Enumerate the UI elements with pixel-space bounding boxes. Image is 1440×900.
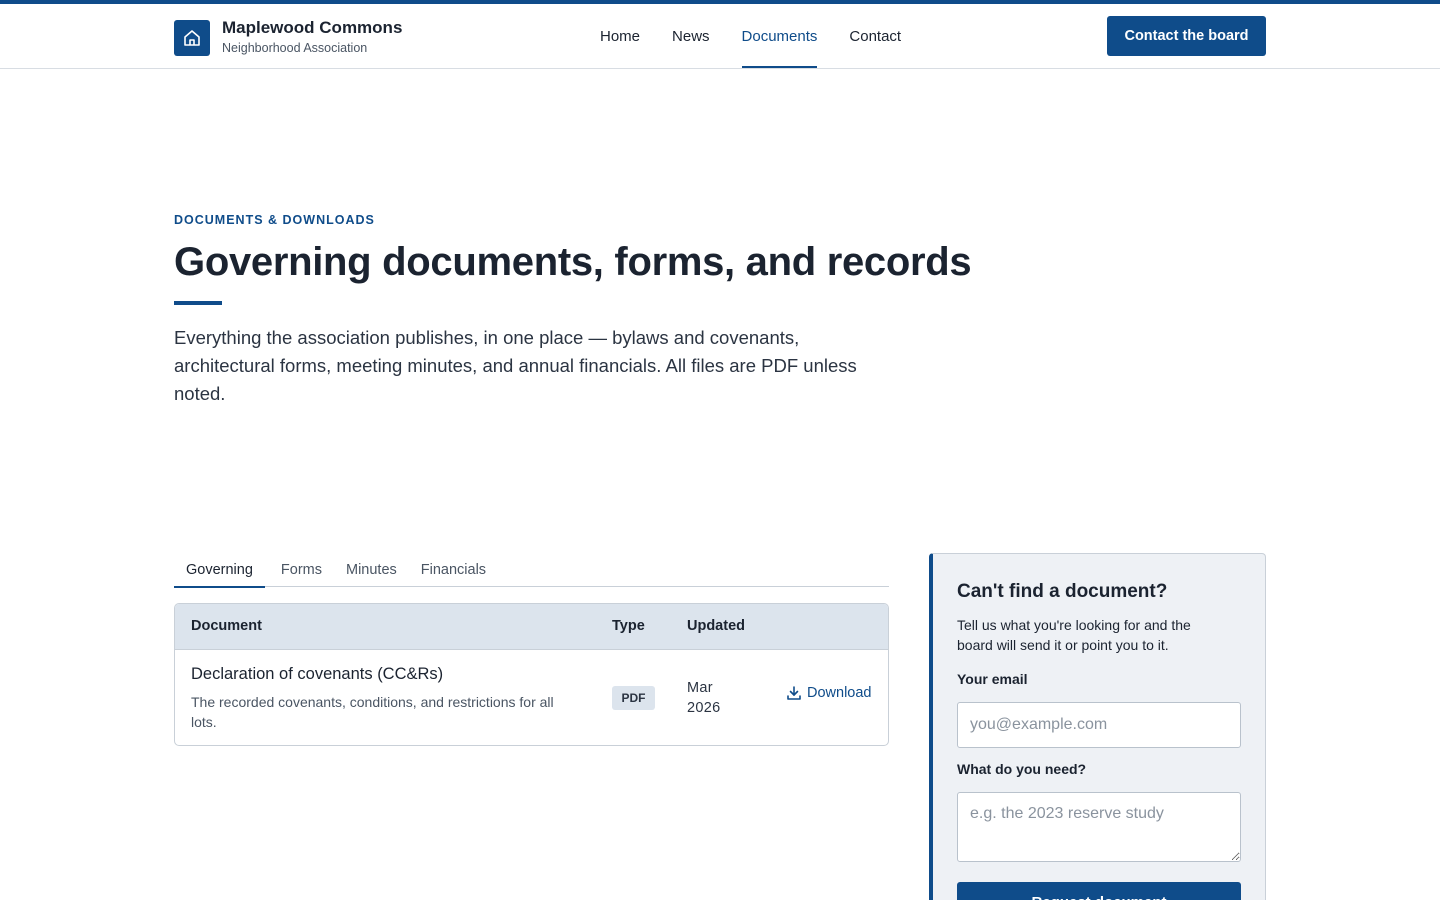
brand-subtitle: Neighborhood Association <box>222 41 368 55</box>
nav-documents[interactable]: Documents <box>726 4 834 69</box>
document-description: The recorded covenants, conditions, and … <box>191 694 554 730</box>
title-accent-rule <box>174 301 222 305</box>
tab-forms[interactable]: Forms <box>265 553 334 587</box>
nav-news[interactable]: News <box>656 4 726 69</box>
tab-financials[interactable]: Financials <box>409 553 498 587</box>
house-icon <box>174 19 210 56</box>
column-header-document: Document <box>191 618 262 634</box>
table-row: Declaration of covenants (CC&Rs) The rec… <box>175 650 888 745</box>
nav-home[interactable]: Home <box>584 4 656 69</box>
main-nav: Home News Documents Contact <box>584 4 917 69</box>
column-header-type: Type <box>612 618 645 634</box>
tab-minutes[interactable]: Minutes <box>334 553 409 587</box>
email-label: Your email <box>957 671 1028 687</box>
column-header-updated: Updated <box>687 618 745 634</box>
page-eyebrow: DOCUMENTS & DOWNLOADS <box>174 213 375 227</box>
email-field[interactable] <box>957 702 1241 748</box>
page-lead: Everything the association publishes, in… <box>174 327 857 404</box>
document-category-tabs: Governing Forms Minutes Financials <box>174 553 889 588</box>
download-label: Download <box>807 685 872 701</box>
request-document-panel: Can't find a document? Tell us what you'… <box>929 553 1266 900</box>
brand[interactable]: Maplewood Commons Neighborhood Associati… <box>174 18 402 57</box>
page-title: Governing documents, forms, and records <box>174 240 972 284</box>
need-textarea[interactable] <box>957 792 1241 862</box>
brand-title: Maplewood Commons <box>222 18 403 37</box>
request-document-button[interactable]: Request document <box>957 882 1241 900</box>
updated-date: Mar 2026 <box>687 680 721 716</box>
table-header: Document Type Updated <box>175 604 888 650</box>
documents-table: Document Type Updated Declaration of cov… <box>174 603 889 746</box>
download-link[interactable]: Download <box>786 685 872 701</box>
site-header: Maplewood Commons Neighborhood Associati… <box>0 4 1440 69</box>
need-label: What do you need? <box>957 761 1087 777</box>
request-panel-text: Tell us what you're looking for and the … <box>957 617 1191 653</box>
tab-governing[interactable]: Governing <box>174 553 265 588</box>
file-type-badge: PDF <box>612 686 655 710</box>
download-icon <box>787 686 801 700</box>
document-title: Declaration of covenants (CC&Rs) <box>191 665 444 683</box>
request-panel-title: Can't find a document? <box>957 581 1168 602</box>
nav-contact[interactable]: Contact <box>833 4 917 69</box>
contact-board-button[interactable]: Contact the board <box>1107 16 1266 56</box>
